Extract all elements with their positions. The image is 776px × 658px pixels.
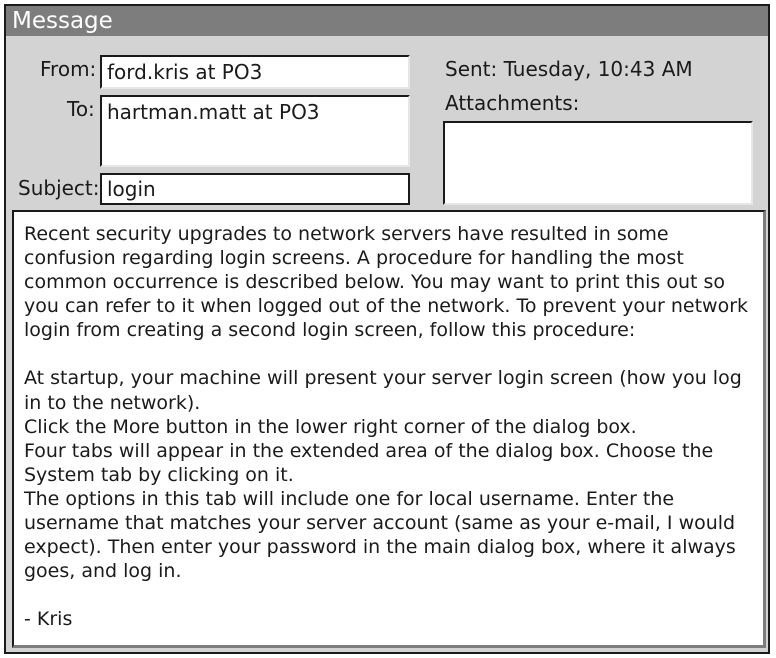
attachments-label: Attachments: xyxy=(445,91,580,115)
from-field[interactable]: ford.kris at PO3 xyxy=(100,55,410,89)
to-label: To: xyxy=(67,97,95,121)
subject-label: Subject: xyxy=(18,176,100,200)
procedure-step: At startup, your machine will present yo… xyxy=(24,367,742,414)
message-window: Message From: ford.kris at PO3 To: hartm… xyxy=(4,4,770,654)
to-field[interactable]: hartman.matt at PO3 xyxy=(100,95,410,167)
from-label: From: xyxy=(40,57,97,81)
window-title: Message xyxy=(6,6,768,36)
sent-timestamp: Sent: Tuesday, 10:43 AM xyxy=(445,57,693,81)
body-paragraph: Recent security upgrades to network serv… xyxy=(24,223,749,342)
attachments-list[interactable] xyxy=(443,121,753,205)
procedure-step: Four tabs will appear in the extended ar… xyxy=(24,439,714,486)
subject-field[interactable]: login xyxy=(100,173,410,205)
procedure-step: Click the More button in the lower right… xyxy=(24,415,637,438)
message-body[interactable]: Recent security upgrades to network serv… xyxy=(12,210,766,648)
signature: - Kris xyxy=(24,608,73,631)
procedure-step: The options in this tab will include one… xyxy=(24,487,736,583)
